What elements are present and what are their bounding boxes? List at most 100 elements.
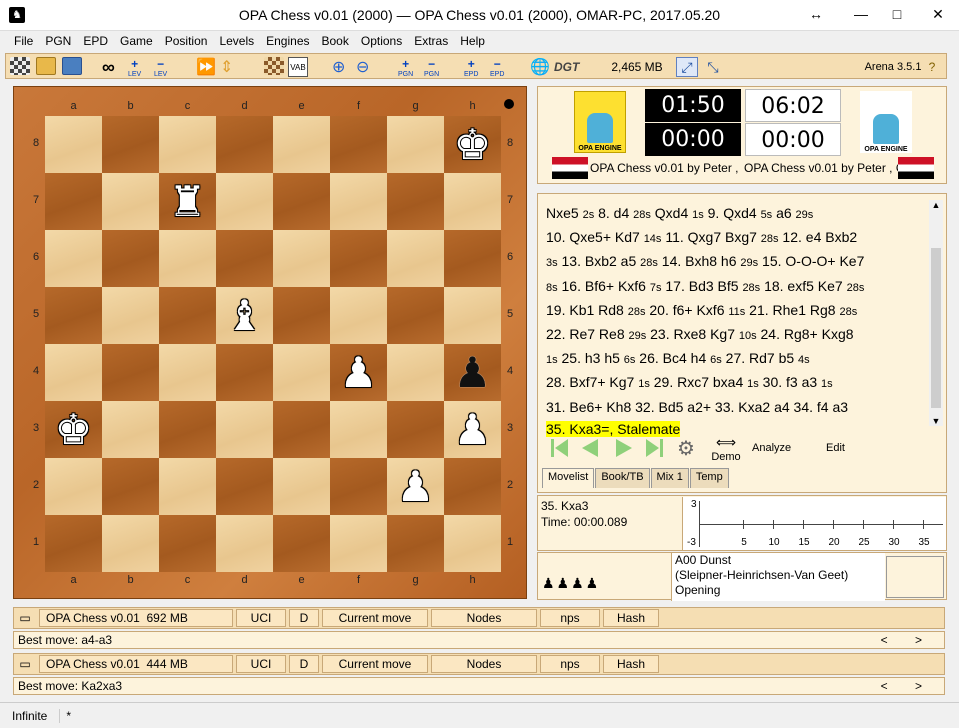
move-line[interactable]: 22. Re7 Re8 29s 23. Rxe8 Kg7 10s 24. Rg8… (546, 323, 930, 347)
dgt-icon[interactable]: DGT (554, 57, 579, 77)
close-button[interactable]: ✕ (917, 0, 959, 30)
fullscreen-icon[interactable]: ⤢ (676, 57, 698, 77)
square-h4[interactable]: ♟ (444, 344, 501, 401)
piece-white-f4[interactable]: ♟ (340, 351, 378, 394)
square-a5[interactable] (45, 287, 102, 344)
move-line[interactable]: 28. Bxf7+ Kg7 1s 29. Rxc7 bxa4 1s 30. f3… (546, 371, 930, 395)
maximize-button[interactable]: □ (879, 0, 915, 30)
move-text[interactable]: 13. Bxb2 a5 (558, 253, 641, 269)
square-d5[interactable]: ♝ (216, 287, 273, 344)
square-f1[interactable] (330, 515, 387, 572)
square-f5[interactable] (330, 287, 387, 344)
square-a8[interactable] (45, 116, 102, 173)
square-a6[interactable] (45, 230, 102, 287)
menu-options[interactable]: Options (355, 31, 408, 51)
square-c3[interactable] (159, 401, 216, 458)
square-e5[interactable] (273, 287, 330, 344)
move-text[interactable]: 10. Qxe5+ Kd7 (546, 229, 644, 245)
move-text[interactable]: 28. Bxf7+ Kg7 (546, 374, 638, 390)
first-move-icon[interactable] (548, 436, 572, 460)
engine-2-scroll-arrows[interactable]: < > (881, 678, 934, 694)
pgn-minus-icon[interactable]: − PGN (424, 57, 439, 78)
square-h3[interactable]: ♟ (444, 401, 501, 458)
edit-button[interactable]: Edit (826, 442, 856, 454)
square-c7[interactable]: ♜ (159, 173, 216, 230)
square-d3[interactable] (216, 401, 273, 458)
resize-icon[interactable]: ↔ (798, 0, 834, 30)
square-d2[interactable] (216, 458, 273, 515)
chess-board[interactable]: ♚ ♜ ♝ ♟ ♟ ♚ ♟ ♟ (45, 116, 501, 572)
move-text[interactable]: 16. Bf6+ Kxf6 (558, 278, 650, 294)
move-line[interactable]: 10. Qxe5+ Kd7 14s 11. Qxg7 Bxg7 28s 12. … (546, 226, 930, 250)
move-line[interactable]: 31. Be6+ Kh8 32. Bd5 a2+ 33. Kxa2 a4 34.… (546, 396, 930, 418)
movelist-scrollbar[interactable]: ▲ ▼ (929, 200, 943, 426)
square-a1[interactable] (45, 515, 102, 572)
move-text[interactable]: Qxd4 (651, 205, 692, 221)
piece-white-h3[interactable]: ♟ (454, 408, 492, 451)
move-text[interactable]: 25. h3 h5 (558, 350, 624, 366)
menu-engines[interactable]: Engines (260, 31, 315, 51)
move-text[interactable]: 21. Rhe1 Rg8 (745, 302, 839, 318)
square-h5[interactable] (444, 287, 501, 344)
epd-plus-icon[interactable]: + EPD (464, 57, 478, 78)
square-f7[interactable] (330, 173, 387, 230)
move-text[interactable]: 19. Kb1 Rd8 (546, 302, 628, 318)
square-a3[interactable]: ♚ (45, 401, 102, 458)
move-text[interactable]: 11. Qxg7 Bxg7 (661, 229, 760, 245)
infinity-icon[interactable]: ∞ (102, 57, 115, 77)
vab-icon[interactable]: VAB (288, 57, 308, 77)
square-c8[interactable] (159, 116, 216, 173)
engine-icon[interactable]: ▭ (14, 655, 36, 673)
menu-position[interactable]: Position (159, 31, 214, 51)
move-text[interactable]: 22. Re7 Re8 (546, 326, 629, 342)
engine-icon[interactable]: ▭ (14, 609, 36, 627)
move-line[interactable]: 19. Kb1 Rd8 28s 20. f6+ Kxf6 11s 21. Rhe… (546, 299, 930, 323)
square-g3[interactable] (387, 401, 444, 458)
level-plus-icon[interactable]: + LEV (128, 57, 141, 78)
square-b1[interactable] (102, 515, 159, 572)
setup-position-icon[interactable] (264, 57, 284, 75)
square-c6[interactable] (159, 230, 216, 287)
square-c2[interactable] (159, 458, 216, 515)
move-line[interactable]: 3s 13. Bxb2 a5 28s 14. Bxh8 h6 29s 15. O… (546, 250, 930, 274)
move-text[interactable]: 27. Rd7 b5 (722, 350, 798, 366)
square-g1[interactable] (387, 515, 444, 572)
pgn-plus-icon[interactable]: + PGN (398, 57, 413, 78)
move-text[interactable]: 18. exf5 Ke7 (760, 278, 846, 294)
square-b6[interactable] (102, 230, 159, 287)
square-h1[interactable] (444, 515, 501, 572)
move-text[interactable]: Nxe5 (546, 205, 583, 221)
square-b8[interactable] (102, 116, 159, 173)
last-move-icon[interactable] (642, 436, 666, 460)
tab-temp[interactable]: Temp (689, 468, 729, 488)
piece-white-c7[interactable]: ♜ (169, 180, 207, 223)
piece-white-h8[interactable]: ♚ (454, 123, 492, 166)
square-a7[interactable] (45, 173, 102, 230)
square-b2[interactable] (102, 458, 159, 515)
zoom-out-icon[interactable]: ⊖ (356, 57, 369, 77)
square-d7[interactable] (216, 173, 273, 230)
demo-button[interactable]: ⟺ Demo (708, 434, 744, 463)
square-b4[interactable] (102, 344, 159, 401)
save-icon[interactable] (62, 57, 82, 75)
square-e1[interactable] (273, 515, 330, 572)
square-g8[interactable] (387, 116, 444, 173)
square-b3[interactable] (102, 401, 159, 458)
square-a2[interactable] (45, 458, 102, 515)
previous-move-icon[interactable] (578, 436, 602, 460)
move-line[interactable]: 8s 16. Bf6+ Kxf6 7s 17. Bd3 Bf5 28s 18. … (546, 275, 930, 299)
move-text[interactable]: 24. Rg8+ Kxg8 (757, 326, 854, 342)
board-icon[interactable] (10, 57, 30, 75)
piece-white-g2[interactable]: ♟ (397, 465, 435, 508)
square-e3[interactable] (273, 401, 330, 458)
square-g2[interactable]: ♟ (387, 458, 444, 515)
square-e4[interactable] (273, 344, 330, 401)
square-g6[interactable] (387, 230, 444, 287)
scroll-up-icon[interactable]: ▲ (929, 200, 943, 214)
move-text[interactable]: 29. Rxc7 bxa4 (650, 374, 747, 390)
piece-white-d5[interactable]: ♝ (226, 294, 264, 337)
move-text[interactable]: 14. Bxh8 h6 (658, 253, 741, 269)
square-h8[interactable]: ♚ (444, 116, 501, 173)
square-b7[interactable] (102, 173, 159, 230)
move-text[interactable]: 12. e4 Bxb2 (779, 229, 857, 245)
